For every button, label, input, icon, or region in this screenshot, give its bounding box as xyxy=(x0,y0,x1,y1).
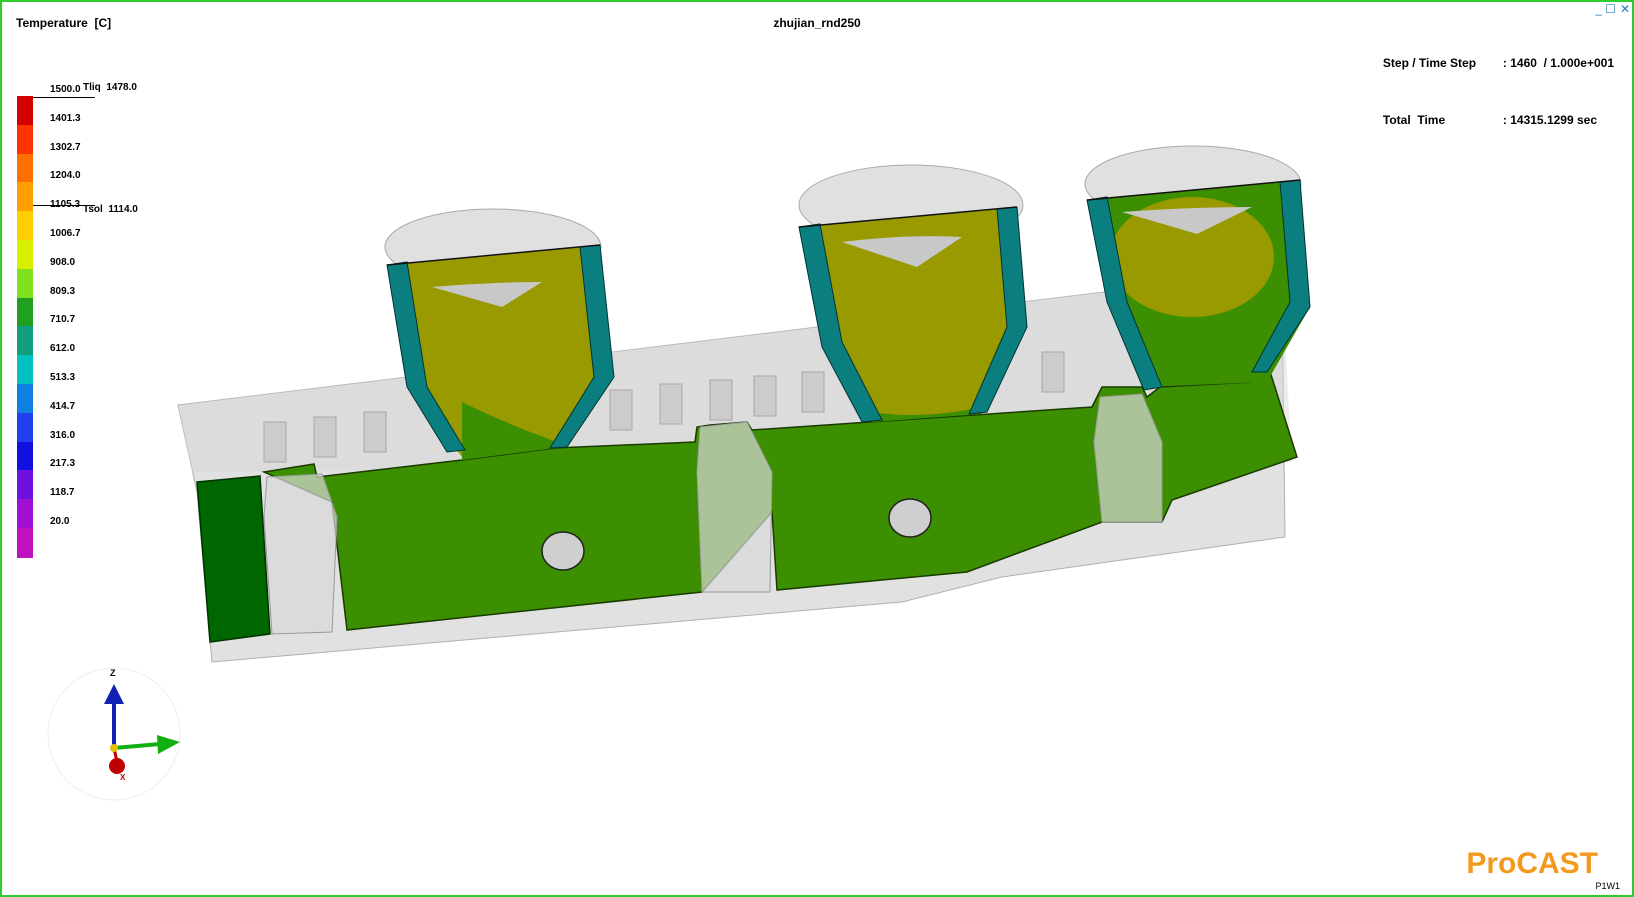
tsol-value: 1114.0 xyxy=(108,204,138,215)
legend-swatch xyxy=(17,499,33,530)
legend-tick: 1302.7 xyxy=(50,141,81,153)
close-icon[interactable]: ✕ xyxy=(1620,2,1630,16)
step-label: Step / Time Step xyxy=(1382,56,1477,70)
legend-tick: 710.7 xyxy=(50,314,76,326)
bolt-hole xyxy=(888,498,932,538)
x-axis-label: X xyxy=(120,773,126,782)
triad-origin xyxy=(110,744,118,752)
legend-swatch xyxy=(17,268,33,299)
step-info: Step / Time Step : 1460 / 1.000e+001 Tota… xyxy=(1383,16,1614,168)
procast-logo: ProCAST xyxy=(1466,847,1598,880)
bolt-hole xyxy=(541,531,585,571)
legend-swatch xyxy=(17,182,33,213)
minimize-icon[interactable]: _ xyxy=(1595,2,1602,16)
window-id: P1W1 xyxy=(1595,881,1620,891)
legend-tick: 908.0 xyxy=(50,256,76,268)
tsol-label: Tsol xyxy=(83,204,103,215)
legend-swatch xyxy=(17,441,33,472)
total-time-label: Total Time xyxy=(1382,113,1446,127)
legend-swatch xyxy=(17,211,33,242)
tsol-annotation: Tsol 1114.0 xyxy=(83,204,138,215)
legend-tick: 414.7 xyxy=(50,400,76,412)
legend-tick: 118.7 xyxy=(50,487,75,499)
legend-swatch xyxy=(17,297,33,328)
legend-swatch xyxy=(17,326,33,357)
legend-swatch xyxy=(17,355,33,386)
z-axis-arrow xyxy=(104,684,124,704)
legend-tick: 1401.3 xyxy=(50,112,81,124)
tliq-marker xyxy=(33,97,95,98)
legend-swatch xyxy=(17,470,33,501)
legend-swatch xyxy=(17,96,33,126)
tliq-label: Tliq xyxy=(83,82,101,93)
legend-swatch xyxy=(17,240,33,270)
legend-tick: 1204.0 xyxy=(50,170,81,182)
legend-tick: 513.3 xyxy=(50,372,76,383)
y-axis-arrow xyxy=(157,735,180,754)
left-end-block xyxy=(196,475,271,643)
step-value: : 1460 / 1.000e+001 xyxy=(1502,56,1614,70)
legend-swatch xyxy=(17,153,33,184)
legend-swatch xyxy=(17,124,33,155)
z-axis-label: Z xyxy=(110,668,116,678)
legend-tick: 1006.7 xyxy=(50,228,81,239)
axis-triad: Z Y X xyxy=(47,667,181,801)
legend-tick: 217.3 xyxy=(50,458,76,470)
legend-tick: 316.0 xyxy=(50,429,76,441)
legend-swatch xyxy=(17,412,33,443)
legend-tick: 612.0 xyxy=(50,343,76,355)
y-axis xyxy=(113,742,161,750)
render-viewport[interactable]: Temperature [C] zhujian_rnd250 Step / Ti… xyxy=(0,0,1634,897)
legend-swatch xyxy=(17,528,33,558)
tliq-annotation: Tliq 1478.0 xyxy=(83,82,137,93)
legend-tick: 809.3 xyxy=(50,285,76,297)
legend-tick: 1500.0 xyxy=(50,84,81,95)
maximize-icon[interactable]: ☐ xyxy=(1605,2,1616,16)
tliq-value: 1478.0 xyxy=(106,82,137,93)
legend-tick: 20.0 xyxy=(50,516,70,527)
total-time-value: : 14315.1299 sec xyxy=(1502,113,1597,127)
legend-swatch xyxy=(17,384,33,414)
